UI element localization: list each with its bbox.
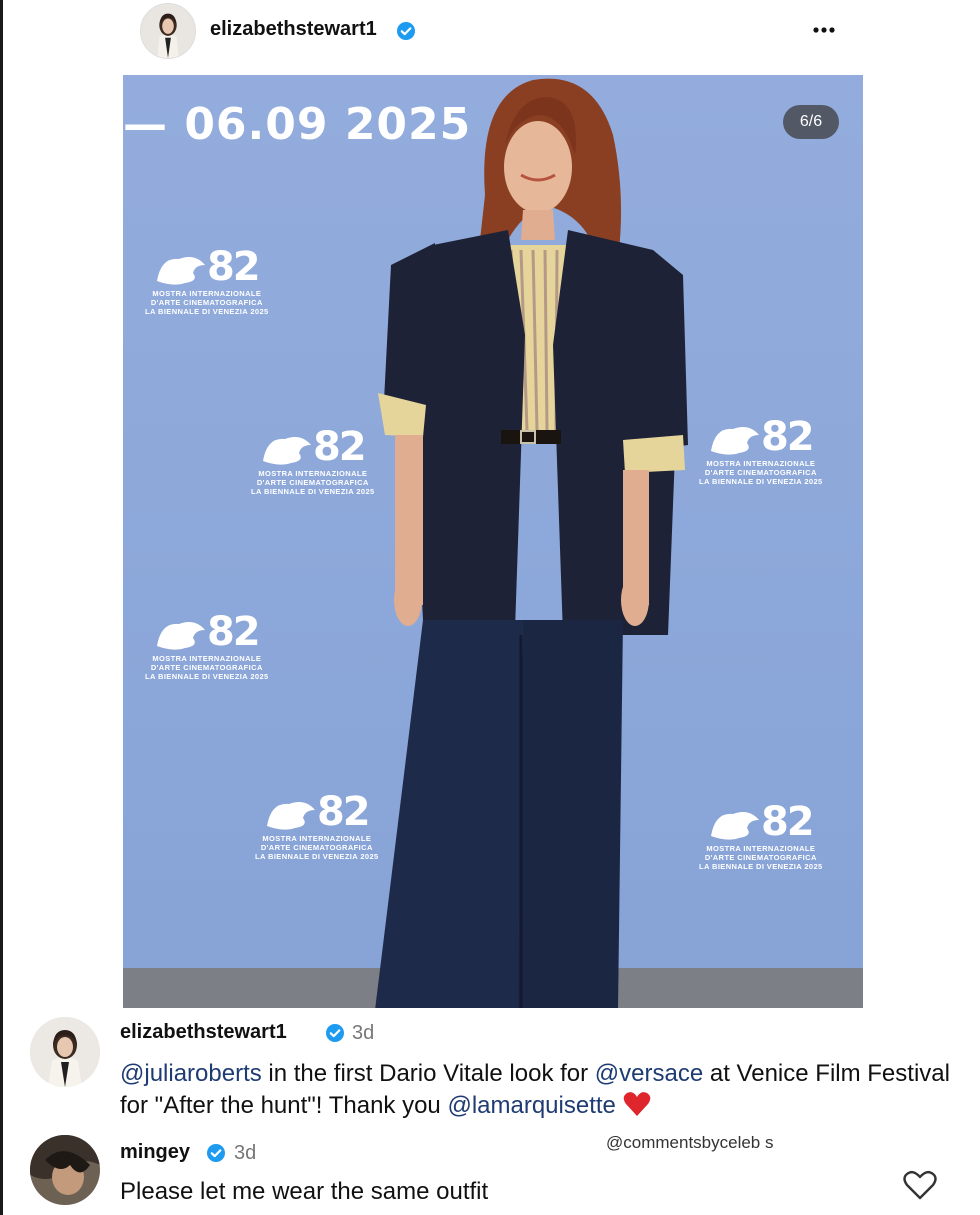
verified-badge-icon [325,1023,345,1043]
comment-timestamp: 3d [234,1142,257,1164]
watermark-text: @commentsbyceleb s [606,1133,774,1152]
more-options-icon[interactable] [806,20,842,40]
comment-text: @juliaroberts in the first Dario Vitale … [120,1060,950,1119]
festival-logo: 82 MOSTRA INTERNAZIONALE D'ARTE CINEMATO… [145,244,269,316]
festival-logo: 82 MOSTRA INTERNAZIONALE D'ARTE CINEMATO… [145,609,269,681]
post-header: elizabethstewart1 [0,0,980,64]
backdrop-date-text: — 06.09 2025 [123,99,472,150]
mention-link[interactable]: @juliaroberts [120,1060,262,1087]
red-heart-emoji [623,1091,651,1117]
festival-logo: 82 MOSTRA INTERNAZIONALE D'ARTE CINEMATO… [255,789,379,861]
comment-avatar[interactable] [30,1017,100,1087]
post-image[interactable]: — 06.09 2025 82 MOSTRA INTERNAZIONALE D'… [123,75,863,1008]
heart-outline-icon[interactable] [902,1169,938,1201]
festival-logo: 82 MOSTRA INTERNAZIONALE D'ARTE CINEMATO… [251,424,375,496]
comment-text: Please let me wear the same outfit [120,1178,489,1205]
festival-logo: 82 MOSTRA INTERNAZIONALE D'ARTE CINEMATO… [699,799,823,871]
verified-badge-icon [396,21,416,41]
verified-badge-icon [206,1143,226,1163]
mention-link[interactable]: @versace [595,1060,703,1087]
festival-logo: 82 MOSTRA INTERNAZIONALE D'ARTE CINEMATO… [699,414,823,486]
comment-username[interactable]: elizabethstewart1 [120,1021,287,1044]
comment-username[interactable]: mingey [120,1141,190,1164]
comment-timestamp: 3d [352,1022,375,1044]
comment-avatar[interactable] [30,1135,100,1205]
post-author-username[interactable]: elizabethstewart1 [210,18,377,41]
mention-link[interactable]: @lamarquisette [447,1092,615,1119]
header-avatar[interactable] [140,3,196,59]
carousel-page-counter: 6/6 [783,105,839,139]
left-edge-bar [0,0,3,1215]
